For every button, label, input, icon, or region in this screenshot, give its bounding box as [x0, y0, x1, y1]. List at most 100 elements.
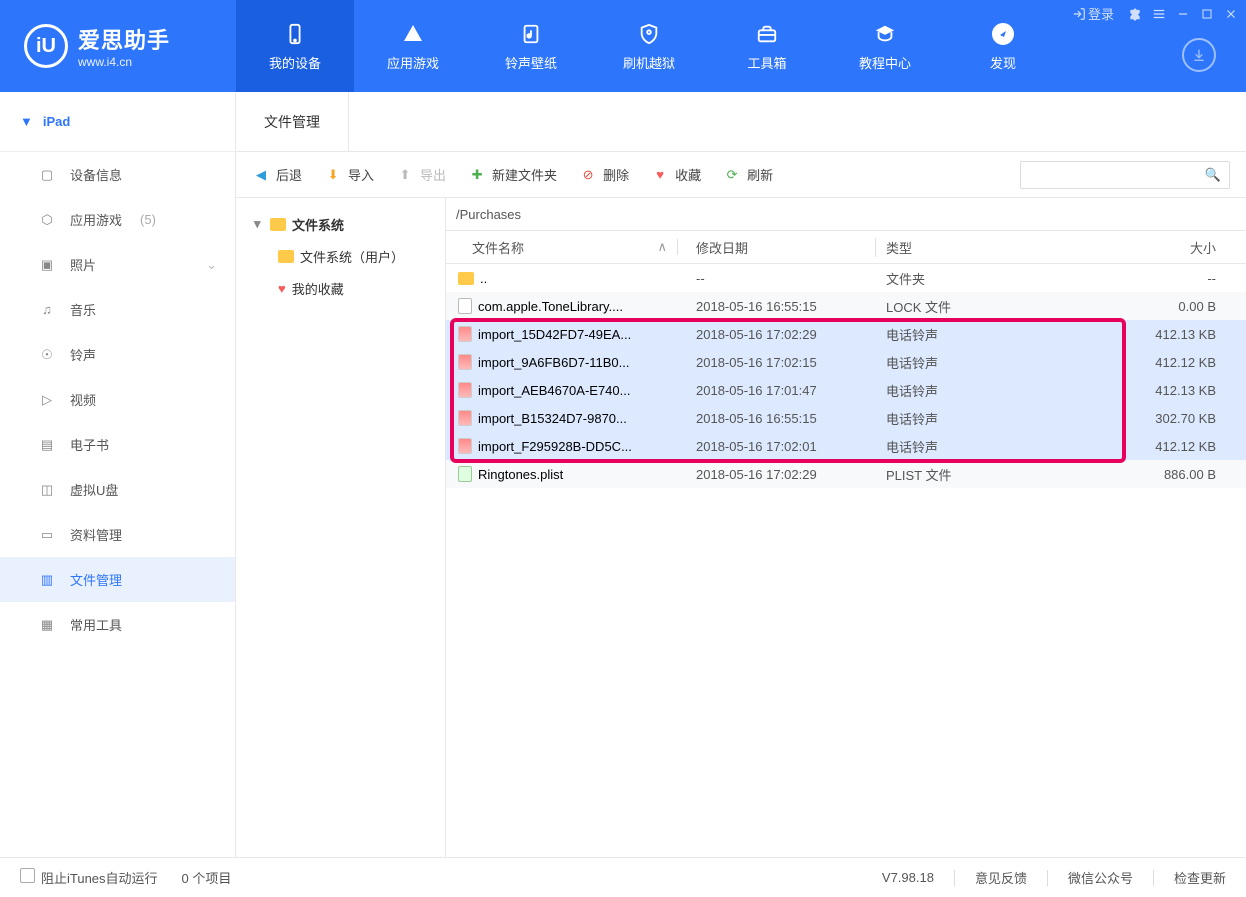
file-type-icon [458, 438, 472, 454]
col-size[interactable]: 大小 [1076, 238, 1246, 257]
file-type: 电话铃声 [876, 325, 1076, 344]
file-type: PLIST 文件 [876, 465, 1076, 484]
file-list: /Purchases 文件名称∧ 修改日期 类型 大小 ..--文件夹--com… [446, 198, 1246, 857]
sidebar-item-apps[interactable]: ⬡应用游戏(5) [0, 197, 235, 242]
nav-tutorials[interactable]: 教程中心 [826, 0, 944, 92]
toolbar: ◀后退 ⬇导入 ⬆导出 ✚新建文件夹 ⊘删除 ♥收藏 ⟳刷新 🔍 [236, 152, 1246, 198]
logo-icon: iU [24, 24, 68, 68]
export-button[interactable]: ⬆导出 [396, 165, 446, 184]
sidebar-item-ebooks[interactable]: ▤电子书 [0, 422, 235, 467]
col-date[interactable]: 修改日期 [686, 238, 876, 257]
heart-icon: ♥ [651, 166, 669, 184]
nav-toolbox[interactable]: 工具箱 [708, 0, 826, 92]
file-area: ▾文件系统 文件系统（用户） ♥我的收藏 /Purchases 文件名称∧ 修改… [236, 198, 1246, 857]
file-date: 2018-05-16 16:55:15 [686, 411, 876, 426]
refresh-icon: ⟳ [723, 166, 741, 184]
file-size: 302.70 KB [1076, 411, 1246, 426]
apps-icon: ⬡ [38, 212, 56, 228]
col-name[interactable]: 文件名称∧ [446, 238, 686, 257]
file-size: 0.00 B [1076, 299, 1246, 314]
new-folder-icon: ✚ [468, 166, 486, 184]
sidebar-item-data[interactable]: ▭资料管理 [0, 512, 235, 557]
file-row[interactable]: import_B15324D7-9870...2018-05-16 16:55:… [446, 404, 1246, 432]
file-type: LOCK 文件 [876, 297, 1076, 316]
file-size: -- [1076, 271, 1246, 286]
refresh-button[interactable]: ⟳刷新 [723, 165, 773, 184]
login-label: 登录 [1088, 4, 1114, 23]
shield-icon [636, 21, 662, 47]
video-icon: ▷ [38, 392, 56, 408]
favorite-button[interactable]: ♥收藏 [651, 165, 701, 184]
back-icon: ◀ [252, 166, 270, 184]
sidebar-item-info[interactable]: ▢设备信息 [0, 152, 235, 197]
export-icon: ⬆ [396, 166, 414, 184]
toolbox-icon [754, 21, 780, 47]
file-type-icon [458, 410, 472, 426]
tree-root[interactable]: ▾文件系统 [236, 208, 445, 240]
device-header[interactable]: ▼ iPad [0, 92, 235, 152]
maximize-icon[interactable] [1198, 5, 1216, 23]
nav-discover[interactable]: 发现 [944, 0, 1062, 92]
logo-text: 爱思助手 www.i4.cn [78, 23, 170, 69]
file-row[interactable]: com.apple.ToneLibrary....2018-05-16 16:5… [446, 292, 1246, 320]
delete-button[interactable]: ⊘删除 [579, 165, 629, 184]
file-row[interactable]: import_9A6FB6D7-11B0...2018-05-16 17:02:… [446, 348, 1246, 376]
chevron-down-icon: ⌄ [206, 257, 217, 273]
wechat-link[interactable]: 微信公众号 [1068, 868, 1133, 887]
info-icon: ▢ [38, 167, 56, 183]
sidebar-item-photos[interactable]: ▣照片⌄ [0, 242, 235, 287]
tree-user-fs[interactable]: 文件系统（用户） [236, 240, 445, 272]
item-count: 0 个项目 [182, 868, 232, 887]
close-icon[interactable] [1222, 5, 1240, 23]
grid-icon: ▦ [38, 617, 56, 633]
sidebar-item-videos[interactable]: ▷视频 [0, 377, 235, 422]
logo-title: 爱思助手 [78, 23, 170, 55]
download-button[interactable] [1182, 38, 1216, 72]
sidebar-item-ringtones[interactable]: ☉铃声 [0, 332, 235, 377]
menu-icon[interactable] [1150, 5, 1168, 23]
back-button[interactable]: ◀后退 [252, 165, 302, 184]
login-button[interactable]: 登录 [1072, 4, 1114, 23]
block-itunes-toggle[interactable]: 阻止iTunes自动运行 [20, 868, 158, 887]
ringtone-icon [518, 21, 544, 47]
sidebar-item-tools[interactable]: ▦常用工具 [0, 602, 235, 647]
device-icon [282, 21, 308, 47]
nav-apps[interactable]: 应用游戏 [354, 0, 472, 92]
file-type-icon [458, 326, 472, 342]
file-row[interactable]: import_AEB4670A-E740...2018-05-16 17:01:… [446, 376, 1246, 404]
compass-icon [990, 21, 1016, 47]
file-name: .. [480, 271, 487, 286]
sidebar-item-files[interactable]: ▥文件管理 [0, 557, 235, 602]
nav-jailbreak[interactable]: 刷机越狱 [590, 0, 708, 92]
sidebar-item-music[interactable]: ♫音乐 [0, 287, 235, 332]
file-row[interactable]: import_15D42FD7-49EA...2018-05-16 17:02:… [446, 320, 1246, 348]
sidebar-item-udisk[interactable]: ◫虚拟U盘 [0, 467, 235, 512]
file-name: Ringtones.plist [478, 467, 563, 482]
sub-tab-row: 文件管理 [236, 92, 1246, 152]
import-button[interactable]: ⬇导入 [324, 165, 374, 184]
sub-tab-files[interactable]: 文件管理 [236, 92, 349, 151]
tree-favorites[interactable]: ♥我的收藏 [236, 272, 445, 304]
update-link[interactable]: 检查更新 [1174, 868, 1226, 887]
col-type[interactable]: 类型 [876, 238, 1076, 257]
version-label: V7.98.18 [882, 870, 934, 885]
file-date: 2018-05-16 17:02:29 [686, 327, 876, 342]
skin-icon[interactable] [1126, 5, 1144, 23]
status-bar: 阻止iTunes自动运行 0 个项目 V7.98.18 意见反馈 微信公众号 检… [0, 857, 1246, 897]
file-row[interactable]: Ringtones.plist2018-05-16 17:02:29PLIST … [446, 460, 1246, 488]
search-input[interactable]: 🔍 [1020, 161, 1230, 189]
checkbox-icon [20, 868, 35, 883]
file-name: import_AEB4670A-E740... [478, 383, 630, 398]
nav-my-device[interactable]: 我的设备 [236, 0, 354, 92]
heart-icon: ♥ [278, 281, 286, 296]
file-date: 2018-05-16 17:02:15 [686, 355, 876, 370]
file-row[interactable]: import_F295928B-DD5C...2018-05-16 17:02:… [446, 432, 1246, 460]
minimize-icon[interactable] [1174, 5, 1192, 23]
nav-ringtones[interactable]: 铃声壁纸 [472, 0, 590, 92]
bell-icon: ☉ [38, 347, 56, 363]
file-row[interactable]: ..--文件夹-- [446, 264, 1246, 292]
feedback-link[interactable]: 意见反馈 [975, 868, 1027, 887]
file-type-icon [458, 272, 474, 285]
new-folder-button[interactable]: ✚新建文件夹 [468, 165, 557, 184]
import-icon: ⬇ [324, 166, 342, 184]
